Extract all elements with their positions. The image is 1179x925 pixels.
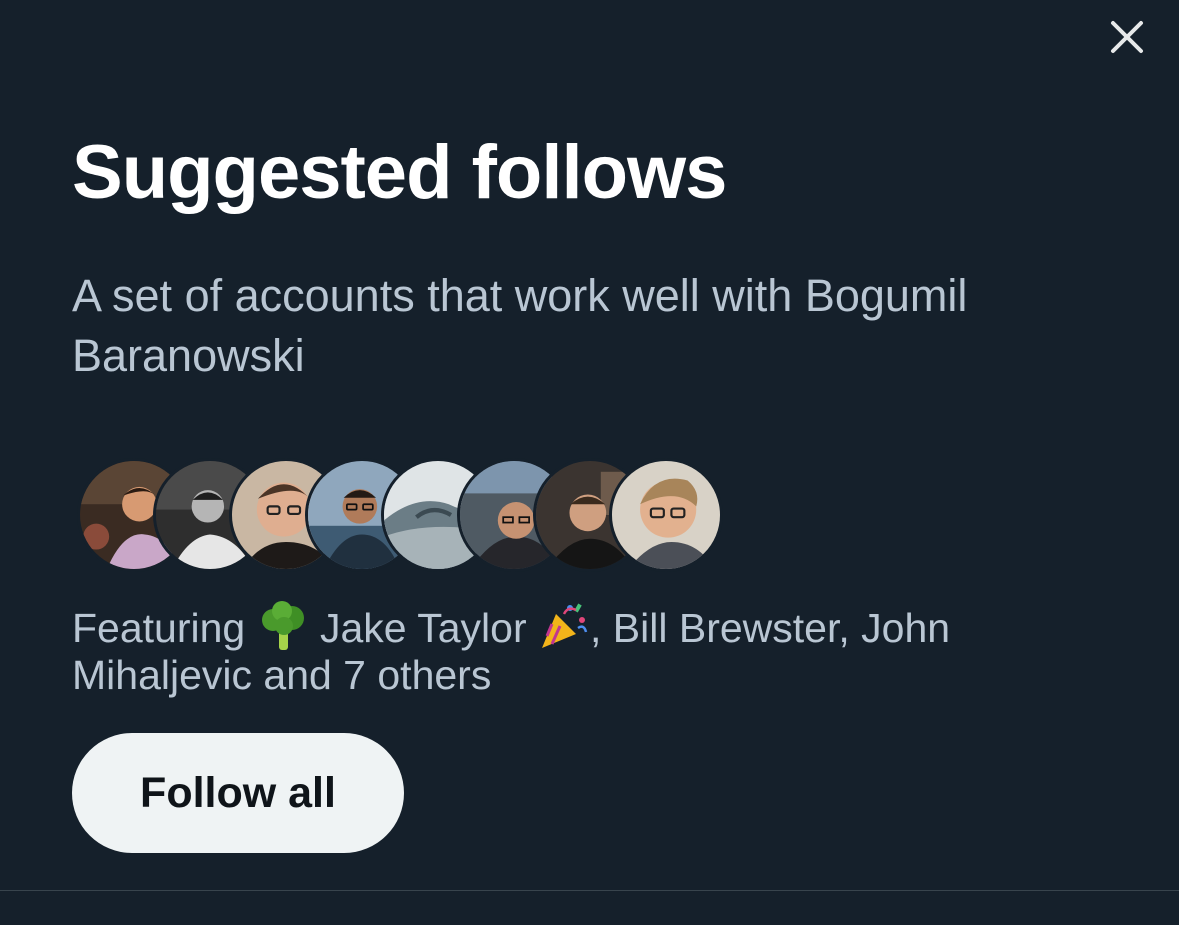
party-popper-icon bbox=[538, 600, 590, 652]
close-button[interactable] bbox=[1103, 13, 1151, 61]
dialog-subtitle: A set of accounts that work well with Bo… bbox=[72, 270, 968, 381]
featuring-text: Featuring Jake Taylor , Bill Brewster, J… bbox=[72, 600, 1132, 699]
broccoli-emoji-icon bbox=[257, 600, 309, 652]
close-icon[interactable] bbox=[1103, 13, 1151, 61]
featured-name-1: Jake Taylor bbox=[308, 605, 539, 651]
avatar-stack[interactable] bbox=[77, 458, 723, 572]
divider bbox=[0, 890, 1179, 891]
featuring-prefix: Featuring bbox=[72, 605, 257, 651]
follow-all-button[interactable]: Follow all bbox=[72, 733, 404, 853]
avatar[interactable] bbox=[609, 458, 723, 572]
page-title: Suggested follows bbox=[72, 130, 727, 215]
